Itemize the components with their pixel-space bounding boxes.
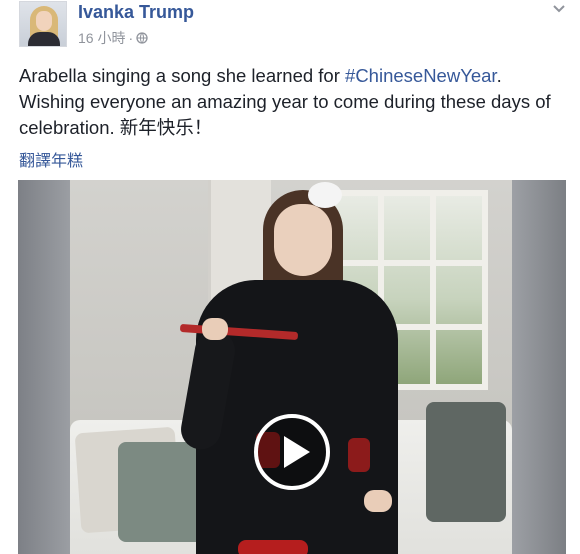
globe-icon[interactable]	[136, 32, 148, 44]
chevron-down-icon[interactable]	[552, 2, 566, 16]
post-meta: 16 小時 ·	[78, 28, 148, 48]
meta-separator: ·	[128, 30, 134, 46]
post-text-intro: Arabella singing a song she learned for	[19, 65, 346, 86]
post-text: Arabella singing a song she learned for …	[19, 63, 567, 141]
hashtag-link[interactable]: #ChineseNewYear	[345, 65, 497, 86]
author-name[interactable]: Ivanka Trump	[78, 2, 194, 23]
timestamp[interactable]: 16 小時	[78, 28, 125, 48]
play-button[interactable]	[254, 414, 330, 490]
post-header: Ivanka Trump 16 小時 ·	[0, 0, 580, 60]
video-thumbnail	[18, 180, 566, 554]
play-icon	[284, 436, 310, 468]
video-player[interactable]	[18, 180, 566, 554]
translate-link[interactable]: 翻譯年糕	[19, 147, 83, 171]
avatar[interactable]	[19, 1, 67, 47]
